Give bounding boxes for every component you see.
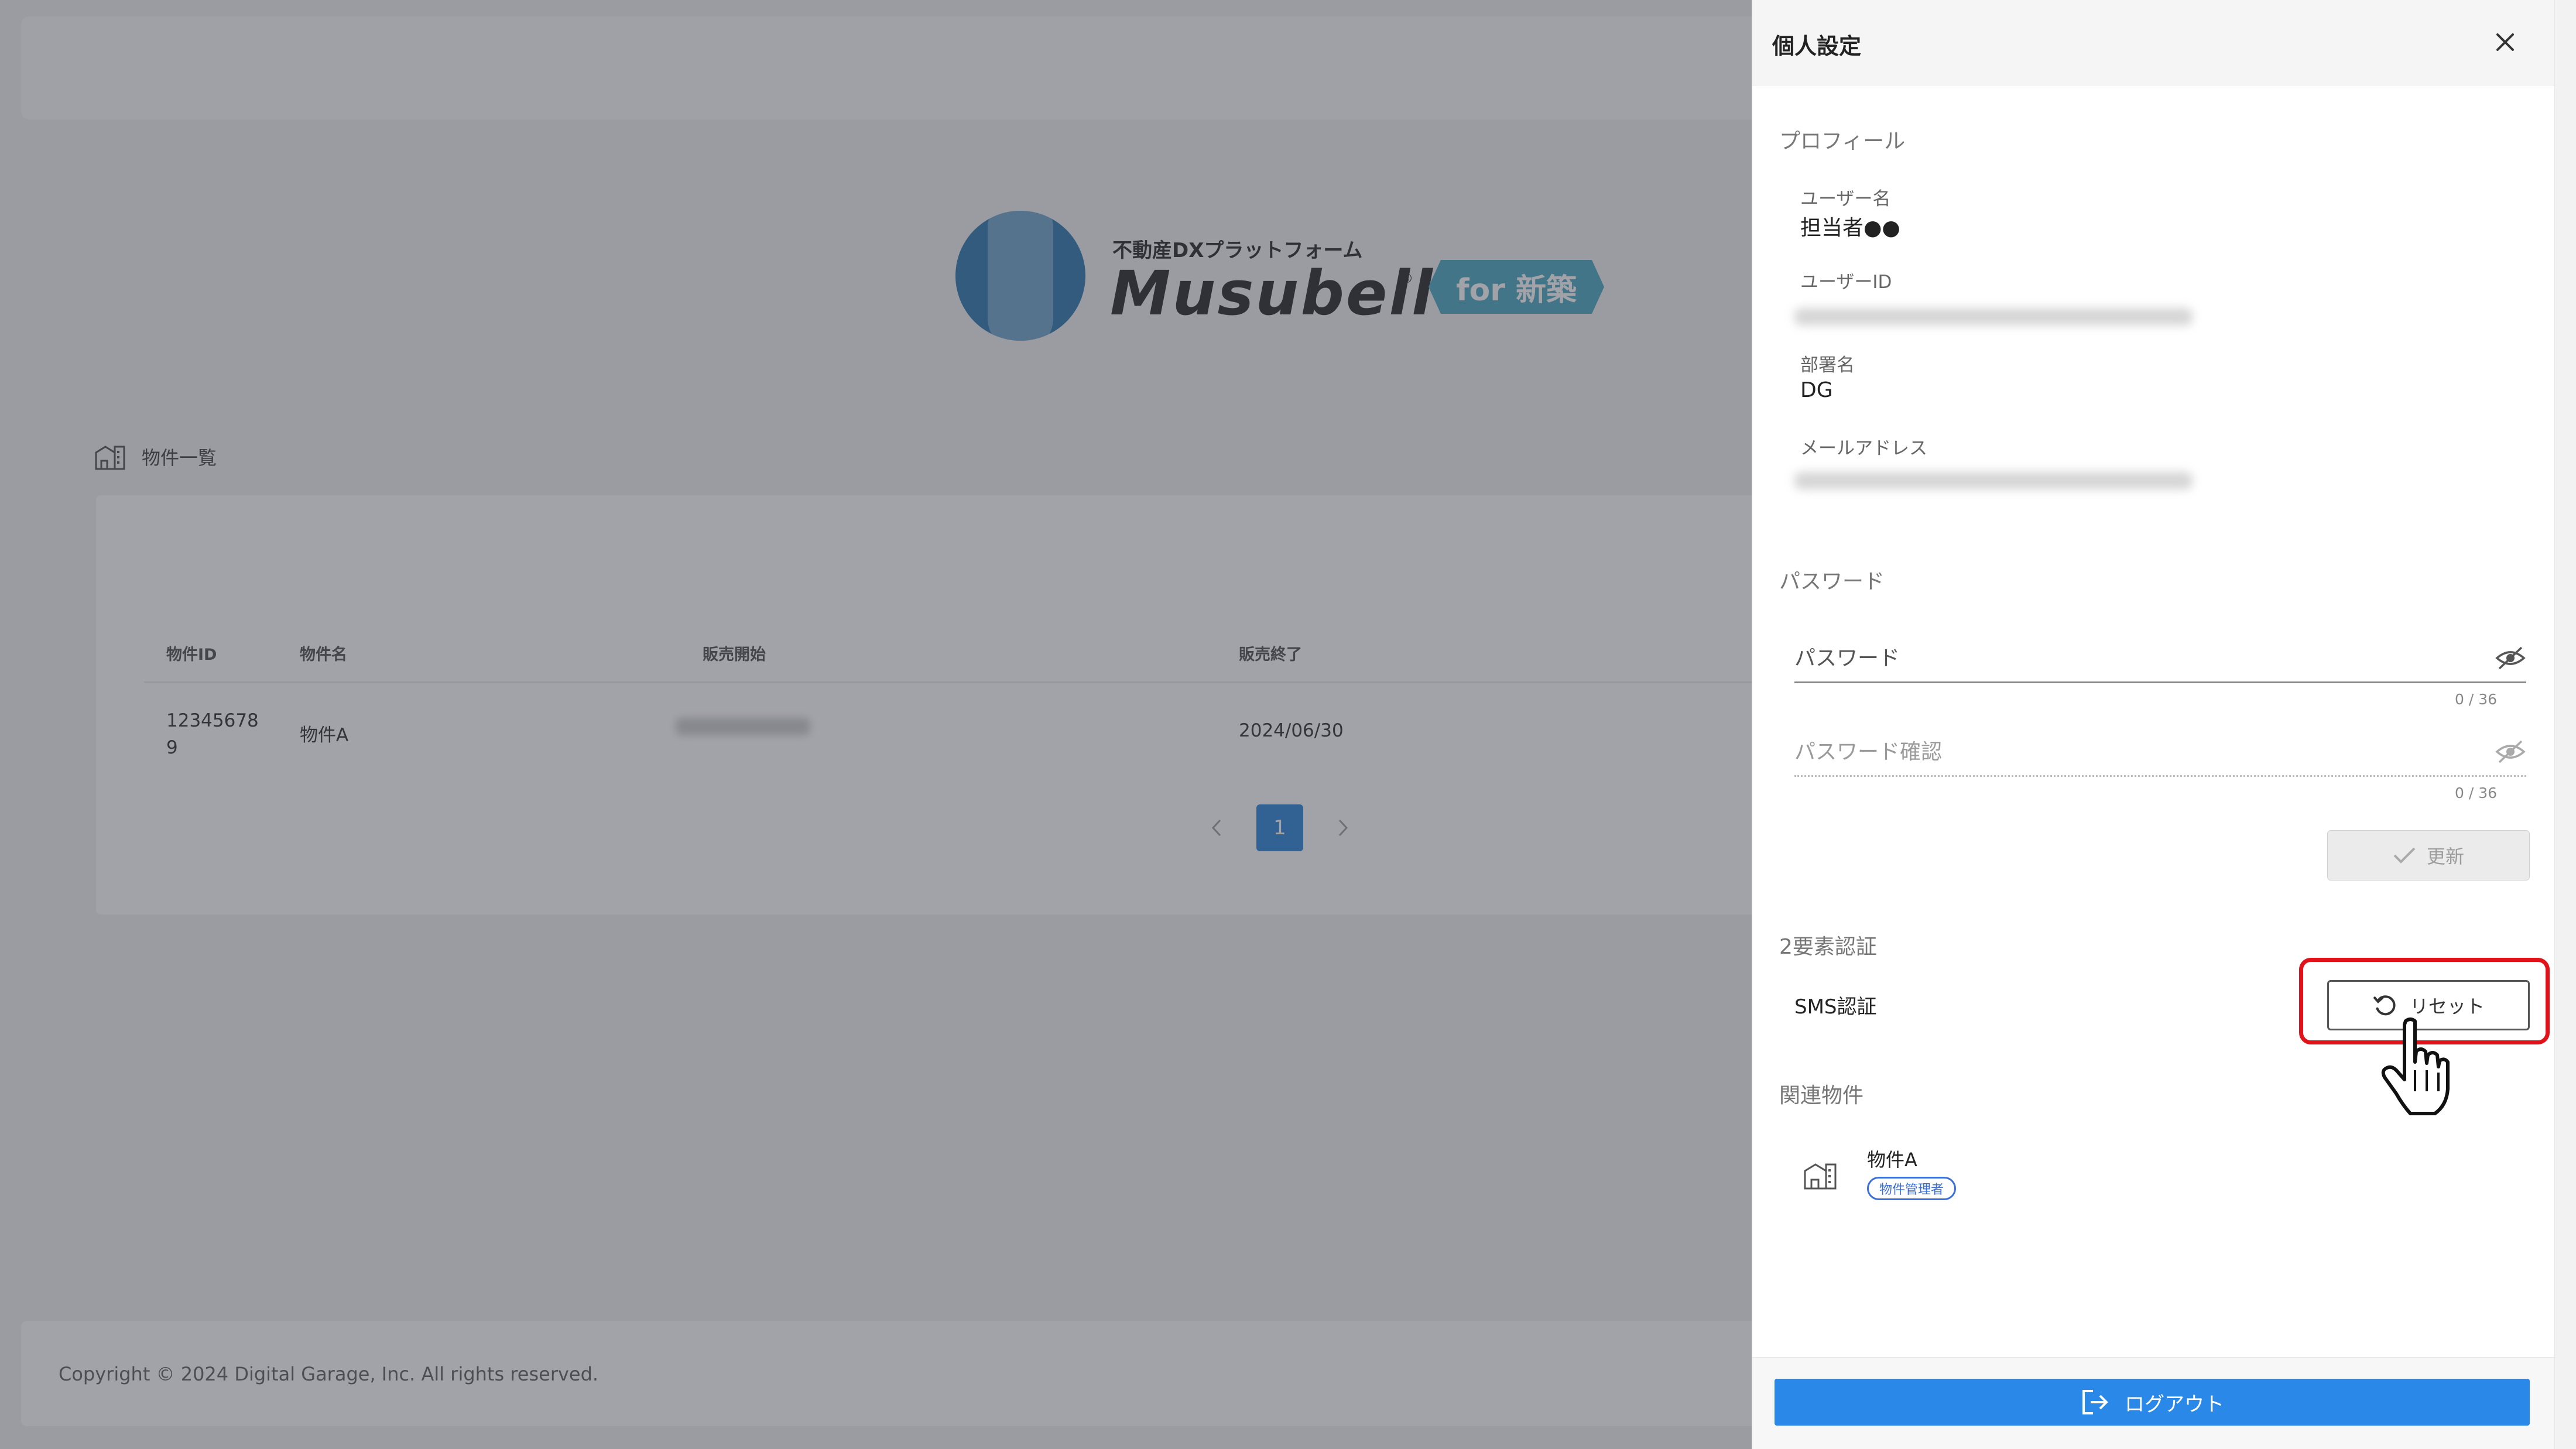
profile-section-title: プロフィール (1779, 129, 1906, 153)
sms-auth-label: SMS認証 (1794, 995, 1877, 1019)
email-label: メールアドレス (1800, 438, 1927, 459)
password-confirm-field (1794, 728, 2526, 777)
close-icon (2496, 33, 2514, 51)
update-password-button[interactable]: 更新 (2327, 830, 2530, 881)
password-confirm-char-counter: 0 / 36 (2455, 785, 2498, 801)
logout-icon (2082, 1390, 2108, 1414)
related-property-item[interactable]: 物件A 物件管理者 (1803, 1142, 2212, 1212)
userid-value-redacted (1794, 308, 2193, 326)
password-section-title: パスワード (1779, 570, 1885, 594)
password-confirm-underline (1794, 775, 2526, 777)
username-value: 担当者●● (1800, 216, 1900, 240)
password-underline (1794, 681, 2526, 683)
drawer-header: 個人設定 (1752, 0, 2554, 85)
department-value: DG (1800, 378, 1833, 402)
password-char-counter: 0 / 36 (2455, 691, 2498, 708)
drawer-title: 個人設定 (1772, 33, 1862, 59)
modal-backdrop[interactable] (0, 0, 1752, 1449)
update-button-label: 更新 (2426, 845, 2464, 868)
userid-label: ユーザーID (1800, 272, 1892, 293)
personal-settings-drawer: 個人設定 プロフィール ユーザー名 担当者●● ユーザーID 部署名 DG メー… (1752, 0, 2576, 1449)
password-field (1794, 635, 2526, 683)
email-value-redacted (1794, 472, 2193, 489)
department-label: 部署名 (1800, 355, 1855, 376)
eye-off-icon[interactable] (2495, 645, 2526, 671)
related-property-role-badge: 物件管理者 (1867, 1177, 1957, 1200)
two-factor-section-title: 2要素認証 (1779, 935, 1877, 959)
password-input[interactable] (1794, 635, 2497, 681)
related-property-name: 物件A (1867, 1149, 1917, 1171)
related-section-title: 関連物件 (1779, 1084, 1864, 1108)
logout-bar: ログアウト (1752, 1357, 2554, 1449)
eye-off-icon[interactable] (2495, 739, 2526, 765)
password-confirm-input[interactable] (1794, 728, 2497, 775)
logout-button[interactable]: ログアウト (1775, 1379, 2530, 1426)
building-icon (1804, 1163, 1837, 1190)
pointer-hand-icon (2381, 1018, 2450, 1115)
logout-button-label: ログアウト (2125, 1392, 2224, 1416)
scrollbar-track[interactable] (2554, 0, 2576, 1449)
username-label: ユーザー名 (1800, 189, 1891, 210)
close-button[interactable] (2486, 23, 2524, 61)
check-icon (2393, 847, 2416, 864)
